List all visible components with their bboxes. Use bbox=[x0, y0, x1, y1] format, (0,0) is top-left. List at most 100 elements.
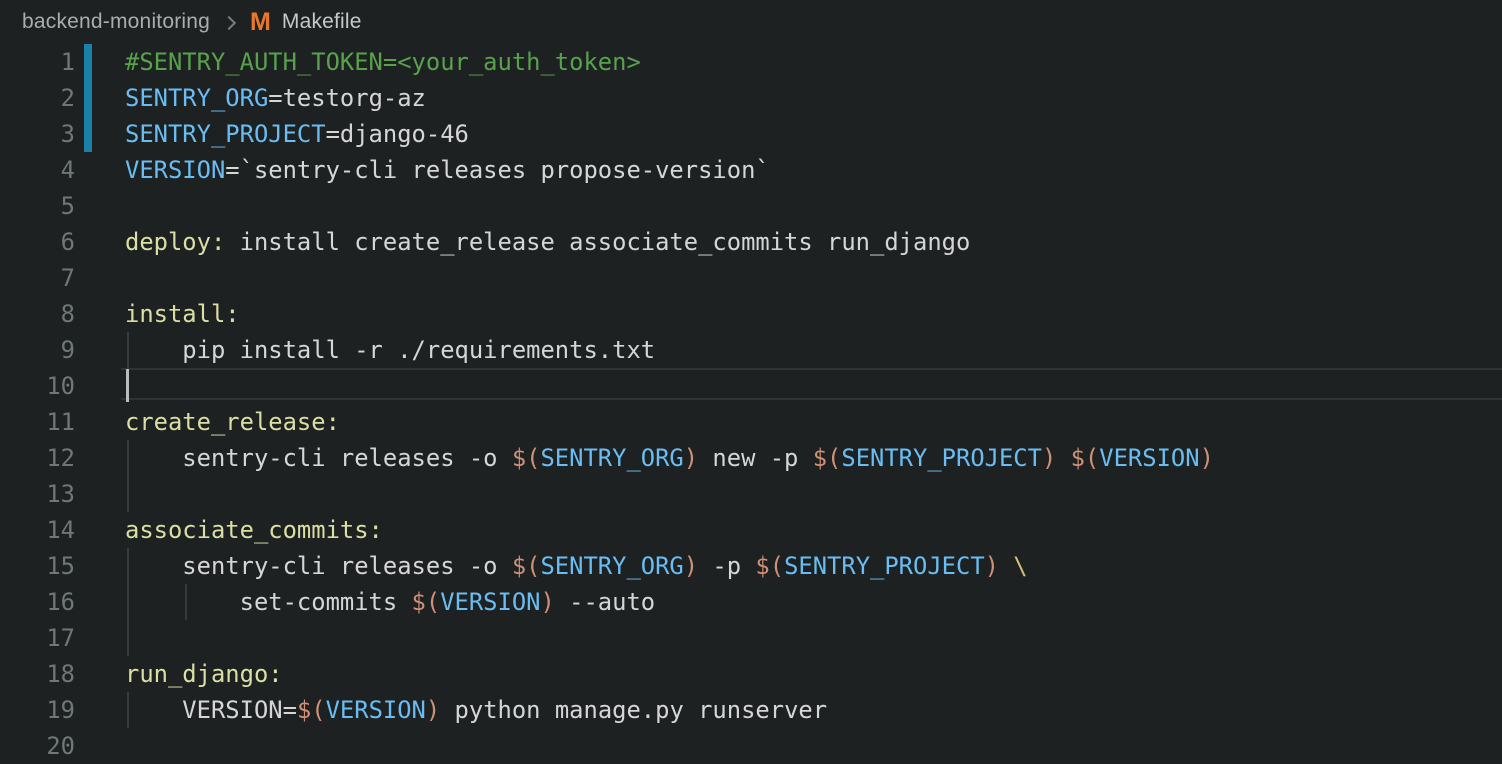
line-number: 1 bbox=[0, 44, 75, 80]
code-token-txt: VERSION= bbox=[125, 696, 297, 724]
line-number: 18 bbox=[0, 656, 75, 692]
line-number: 3 bbox=[0, 116, 75, 152]
code-token-punct: ) bbox=[426, 696, 440, 724]
code-line[interactable]: 18 run_django: bbox=[0, 656, 1502, 692]
code-token-punct: $( bbox=[412, 588, 441, 616]
code-line-text: VERSION=$(VERSION) python manage.py runs… bbox=[125, 692, 827, 728]
code-token-var: SENTRY_PROJECT bbox=[784, 552, 985, 580]
chevron-right-icon bbox=[222, 16, 236, 30]
code-token-txt: =`sentry-cli releases propose-version` bbox=[225, 156, 769, 184]
code-token-txt: set-commits bbox=[125, 588, 412, 616]
code-line-text: set-commits $(VERSION) --auto bbox=[125, 584, 655, 620]
code-line[interactable]: 1 #SENTRY_AUTH_TOKEN=<your_auth_token> bbox=[0, 44, 1502, 80]
code-token-punct: $( bbox=[755, 552, 784, 580]
code-token-var: VERSION bbox=[440, 588, 540, 616]
code-line[interactable]: 13 bbox=[0, 476, 1502, 512]
breadcrumb-folder[interactable]: backend-monitoring bbox=[22, 10, 210, 34]
code-line-text: deploy: install create_release associate… bbox=[125, 224, 970, 260]
code-token-target: install: bbox=[125, 300, 240, 328]
code-token-var: SENTRY_ORG bbox=[540, 552, 683, 580]
text-cursor bbox=[126, 369, 129, 402]
code-line-text: SENTRY_PROJECT=django-46 bbox=[125, 116, 469, 152]
line-number: 8 bbox=[0, 296, 75, 332]
code-line[interactable]: 20 bbox=[0, 728, 1502, 764]
code-token-txt: install create_release associate_commits… bbox=[225, 228, 970, 256]
code-token-txt: =django-46 bbox=[326, 120, 469, 148]
code-line[interactable]: 4 VERSION=`sentry-cli releases propose-ve… bbox=[0, 152, 1502, 188]
code-token-punct: $( bbox=[512, 552, 541, 580]
code-token-txt: -p bbox=[698, 552, 755, 580]
code-line[interactable]: 2SENTRY_ORG=testorg-az bbox=[0, 80, 1502, 116]
code-line[interactable]: 14associate_commits: bbox=[0, 512, 1502, 548]
line-number: 5 bbox=[0, 188, 75, 224]
code-token-punct: ) bbox=[684, 444, 698, 472]
code-line[interactable]: 11create_release: bbox=[0, 404, 1502, 440]
line-number: 13 bbox=[0, 476, 75, 512]
code-token-punct: $( bbox=[297, 696, 326, 724]
code-line-text: associate_commits: bbox=[125, 512, 383, 548]
line-number: 16 bbox=[0, 584, 75, 620]
code-line-text: #SENTRY_AUTH_TOKEN=<your_auth_token> bbox=[125, 44, 641, 80]
modified-lines-indicator[interactable] bbox=[84, 116, 92, 152]
code-token-punct: ) bbox=[1042, 444, 1056, 472]
modified-lines-indicator[interactable] bbox=[84, 80, 92, 116]
line-number: 15 bbox=[0, 548, 75, 584]
line-number: 10 bbox=[0, 368, 75, 404]
code-token-txt: pip install -r ./requirements.txt bbox=[125, 336, 655, 364]
code-token-target: create_release: bbox=[125, 408, 340, 436]
modified-lines-indicator[interactable] bbox=[84, 44, 92, 80]
code-line[interactable]: 5 bbox=[0, 188, 1502, 224]
line-number: 4 bbox=[0, 152, 75, 188]
current-line-highlight bbox=[121, 368, 1502, 400]
code-token-punct: ) bbox=[985, 552, 999, 580]
code-line-text: install: bbox=[125, 296, 240, 332]
code-token-txt: sentry-cli releases -o bbox=[125, 444, 512, 472]
line-number: 7 bbox=[0, 260, 75, 296]
code-line[interactable]: 7 bbox=[0, 260, 1502, 296]
code-token-target: associate_commits: bbox=[125, 516, 383, 544]
code-token-punct: $( bbox=[813, 444, 842, 472]
code-token-punct: ) bbox=[684, 552, 698, 580]
code-token-txt: new -p bbox=[698, 444, 813, 472]
makefile-icon: M bbox=[250, 8, 271, 37]
code-line[interactable]: 6 deploy: install create_release associat… bbox=[0, 224, 1502, 260]
code-token-var: VERSION bbox=[1099, 444, 1199, 472]
code-token-punct: ) bbox=[541, 588, 555, 616]
code-token-txt bbox=[1056, 444, 1070, 472]
code-token-punct: $( bbox=[1071, 444, 1100, 472]
code-token-var: SENTRY_ORG bbox=[125, 84, 268, 112]
code-token-var: VERSION bbox=[125, 156, 225, 184]
code-token-var: SENTRY_PROJECT bbox=[125, 120, 326, 148]
code-line[interactable]: 8 install: bbox=[0, 296, 1502, 332]
code-line-text: VERSION=`sentry-cli releases propose-ver… bbox=[125, 152, 770, 188]
code-token-punct: ) bbox=[1200, 444, 1214, 472]
code-line-text: sentry-cli releases -o $( SENTRY_ORG) new… bbox=[125, 440, 1214, 476]
indent-guide bbox=[127, 476, 129, 512]
code-token-txt: =testorg-az bbox=[268, 84, 426, 112]
editor-window: backend-monitoring M Makefile 1 #SENTRY_A… bbox=[0, 0, 1502, 746]
code-line[interactable]: 16 set-commits $(VERSION) --auto bbox=[0, 584, 1502, 620]
indent-guide bbox=[127, 620, 129, 656]
code-editor[interactable]: 1 #SENTRY_AUTH_TOKEN=<your_auth_token>2SE… bbox=[0, 44, 1502, 746]
line-number: 6 bbox=[0, 224, 75, 260]
line-number: 17 bbox=[0, 620, 75, 656]
code-token-var: SENTRY_ORG bbox=[540, 444, 683, 472]
code-line[interactable]: 12 sentry-cli releases -o $(SENTRY_ORG) … bbox=[0, 440, 1502, 476]
code-line-text: SENTRY_ORG=testorg-az bbox=[125, 80, 426, 116]
code-token-var: SENTRY_PROJECT bbox=[841, 444, 1042, 472]
code-line[interactable]: 19 VERSION=$(VERSION) python manage.py r… bbox=[0, 692, 1502, 728]
line-number: 9 bbox=[0, 332, 75, 368]
line-number: 19 bbox=[0, 692, 75, 728]
code-line[interactable]: 15 sentry-cli releases -o $(SENTRY_ORG) … bbox=[0, 548, 1502, 584]
breadcrumb-file[interactable]: Makefile bbox=[282, 10, 362, 34]
code-token-esc: \ bbox=[1013, 552, 1027, 580]
code-line[interactable]: 17 bbox=[0, 620, 1502, 656]
code-line-text: run_django: bbox=[125, 656, 283, 692]
code-token-txt bbox=[999, 552, 1013, 580]
code-line-text: pip install -r ./requirements.txt bbox=[125, 332, 655, 368]
code-line[interactable]: 9 pip install -r ./requirements.txt bbox=[0, 332, 1502, 368]
code-line[interactable]: 10 bbox=[0, 368, 1502, 404]
code-line[interactable]: 3 SENTRY_PROJECT=django-46 bbox=[0, 116, 1502, 152]
line-number: 20 bbox=[0, 728, 75, 764]
breadcrumb: backend-monitoring M Makefile bbox=[0, 0, 1502, 44]
